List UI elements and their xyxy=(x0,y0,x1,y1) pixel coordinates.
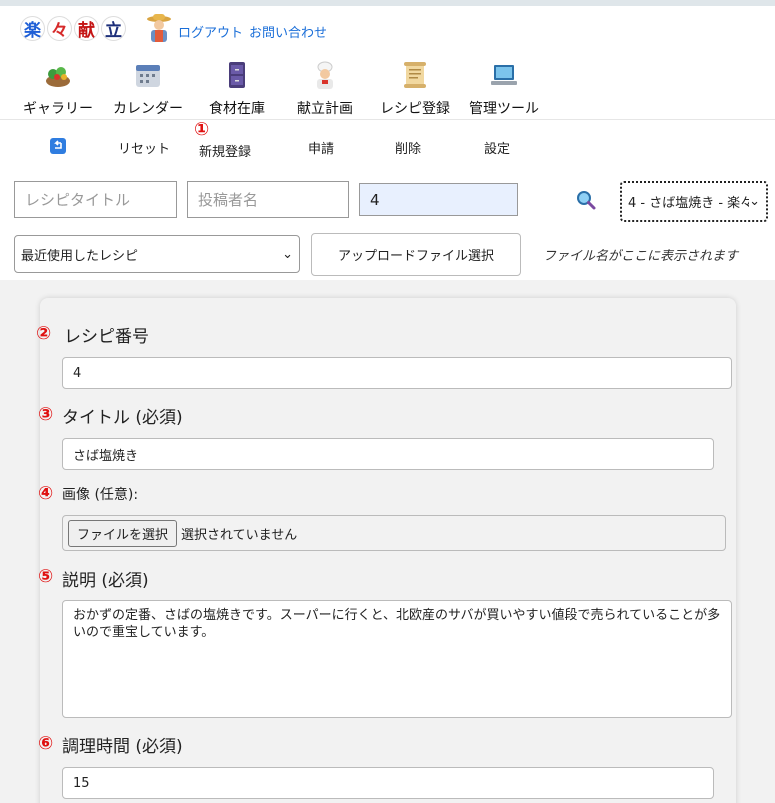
scroll-icon xyxy=(404,62,426,88)
settings-button[interactable]: 設定 xyxy=(484,138,510,157)
reset-button[interactable]: リセット xyxy=(118,138,170,157)
contact-link[interactable]: お問い合わせ xyxy=(249,22,327,41)
marker-1: ① xyxy=(194,119,210,140)
nav-calendar[interactable]: カレンダー xyxy=(113,60,183,118)
logout-link[interactable]: ログアウト xyxy=(178,22,243,41)
laptop-icon xyxy=(491,65,517,85)
logo-char: 献 xyxy=(74,16,99,41)
file-name-display: ファイル名がここに表示されます xyxy=(543,249,739,264)
nav-label: ギャラリー xyxy=(23,101,93,117)
marker-5: ⑤ xyxy=(38,566,54,587)
recent-recipes-select-value: 最近使用したレシピ xyxy=(21,248,139,264)
recipe-number-label: レシピ番号 xyxy=(64,327,149,347)
app-logo[interactable]: 楽 々 献 立 xyxy=(20,16,126,41)
author-search-input[interactable] xyxy=(187,181,349,218)
chevron-down-icon: ⌄ xyxy=(282,246,293,262)
farmer-avatar-icon xyxy=(147,14,171,42)
nav-label: 献立計画 xyxy=(297,101,353,117)
recipe-select[interactable]: 4 - さば塩焼き - 楽々 ⌄ xyxy=(620,181,768,222)
nav-recipe-register[interactable]: レシピ登録 xyxy=(380,60,450,118)
image-label: 画像 (任意): xyxy=(62,487,139,503)
recipe-number-input[interactable]: 4 xyxy=(62,357,732,389)
return-arrow-icon[interactable] xyxy=(50,138,66,154)
marker-2: ② xyxy=(36,323,52,344)
calendar-icon xyxy=(136,65,160,87)
upload-file-button[interactable]: アップロードファイル選択 xyxy=(311,233,521,276)
file-status-text: 選択されていません xyxy=(181,527,298,543)
nav-label: 管理ツール xyxy=(469,101,539,117)
apply-button[interactable]: 申請 xyxy=(308,138,334,157)
choose-file-button[interactable]: ファイルを選択 xyxy=(68,519,178,547)
marker-3: ③ xyxy=(38,404,54,425)
recipe-select-value: 4 - さば塩焼き - 楽々 xyxy=(628,196,750,211)
description-label: 説明 (必須) xyxy=(62,571,149,591)
search-icon[interactable] xyxy=(575,189,597,211)
cabinet-icon xyxy=(229,62,245,88)
nav-menu-plan[interactable]: 献立計画 xyxy=(297,60,353,118)
header-panel: 楽 々 献 立 ログアウト お問い合わせ ギャラリー カレンダー 食材在庫 献立… xyxy=(0,6,775,280)
title-input[interactable]: さば塩焼き xyxy=(62,438,714,470)
nav-inventory[interactable]: 食材在庫 xyxy=(209,60,265,118)
nav-label: 食材在庫 xyxy=(209,101,265,117)
cook-time-label: 調理時間 (必須) xyxy=(62,737,183,757)
logo-char: 立 xyxy=(101,16,126,41)
recent-recipes-select[interactable]: 最近使用したレシピ ⌄ xyxy=(14,235,300,273)
description-textarea[interactable]: おかずの定番、さばの塩焼きです。スーパーに行くと、北欧産のサバが買いやすい値段で… xyxy=(62,600,732,718)
logo-char: 々 xyxy=(47,16,72,41)
cook-time-input[interactable]: 15 xyxy=(62,767,714,799)
marker-6: ⑥ xyxy=(38,733,54,754)
logo-char: 楽 xyxy=(20,16,45,41)
marker-4: ④ xyxy=(38,483,54,504)
nav-gallery[interactable]: ギャラリー xyxy=(23,60,93,118)
recipe-title-search-input[interactable] xyxy=(14,181,177,218)
chef-icon xyxy=(317,61,333,89)
nav-admin-tools[interactable]: 管理ツール xyxy=(469,60,539,118)
delete-button[interactable]: 削除 xyxy=(395,138,421,157)
salad-bowl-icon xyxy=(46,67,70,87)
nav-label: レシピ登録 xyxy=(380,101,450,117)
title-label: タイトル (必須) xyxy=(62,408,183,428)
recipe-number-search-input[interactable] xyxy=(359,183,518,216)
image-file-field[interactable]: ファイルを選択 選択されていません xyxy=(62,515,726,551)
nav-label: カレンダー xyxy=(113,101,183,117)
divider xyxy=(0,119,775,120)
new-register-button[interactable]: 新規登録 xyxy=(199,141,251,160)
chevron-down-icon: ⌄ xyxy=(749,194,760,209)
